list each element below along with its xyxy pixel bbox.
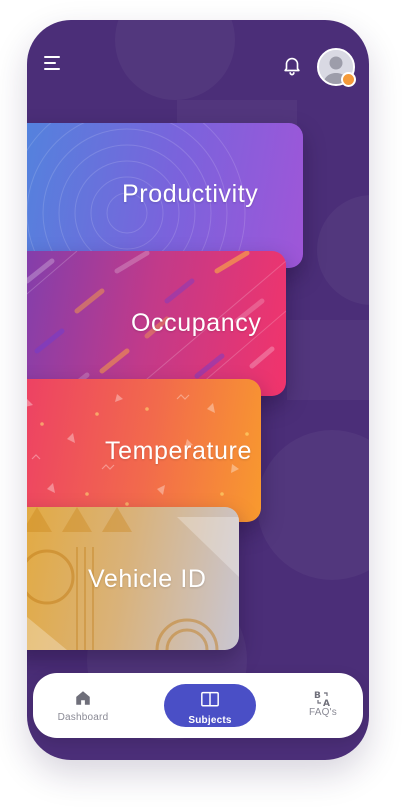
- home-icon: [76, 691, 90, 705]
- card-label: Occupancy: [131, 309, 262, 337]
- background-decoration: [317, 195, 369, 305]
- avatar-status-badge: [341, 72, 356, 87]
- top-bar: [27, 20, 369, 110]
- subject-card-occupancy[interactable]: Occupancy: [27, 251, 286, 396]
- subject-card-productivity[interactable]: Productivity: [27, 123, 303, 268]
- subject-card-temperature[interactable]: Temperature: [27, 379, 261, 522]
- nav-faqs[interactable]: B A FAQ's: [287, 673, 359, 738]
- faq-translate-icon: B A: [314, 691, 330, 707]
- svg-text:A: A: [323, 699, 330, 707]
- nav-label: Subjects: [188, 715, 232, 726]
- card-label: Temperature: [105, 437, 252, 465]
- svg-text:B: B: [314, 691, 321, 701]
- nav-label: FAQ's: [309, 707, 337, 718]
- book-icon: [201, 691, 219, 707]
- card-label: Vehicle ID: [88, 565, 207, 593]
- background-decoration: [257, 430, 369, 580]
- bottom-navigation: Dashboard Subjects B A FAQ's: [33, 673, 363, 738]
- subject-card-vehicle-id[interactable]: Vehicle ID: [27, 507, 239, 650]
- background-decoration: [287, 320, 369, 400]
- phone-screen: Productivity Occupancy Temperature Vehic…: [27, 20, 369, 760]
- bell-icon[interactable]: [281, 54, 303, 76]
- card-label: Productivity: [122, 180, 259, 208]
- nav-label: Dashboard: [57, 712, 109, 723]
- hamburger-menu-icon[interactable]: [44, 56, 64, 72]
- nav-subjects[interactable]: Subjects: [164, 684, 256, 727]
- nav-dashboard[interactable]: Dashboard: [47, 673, 119, 738]
